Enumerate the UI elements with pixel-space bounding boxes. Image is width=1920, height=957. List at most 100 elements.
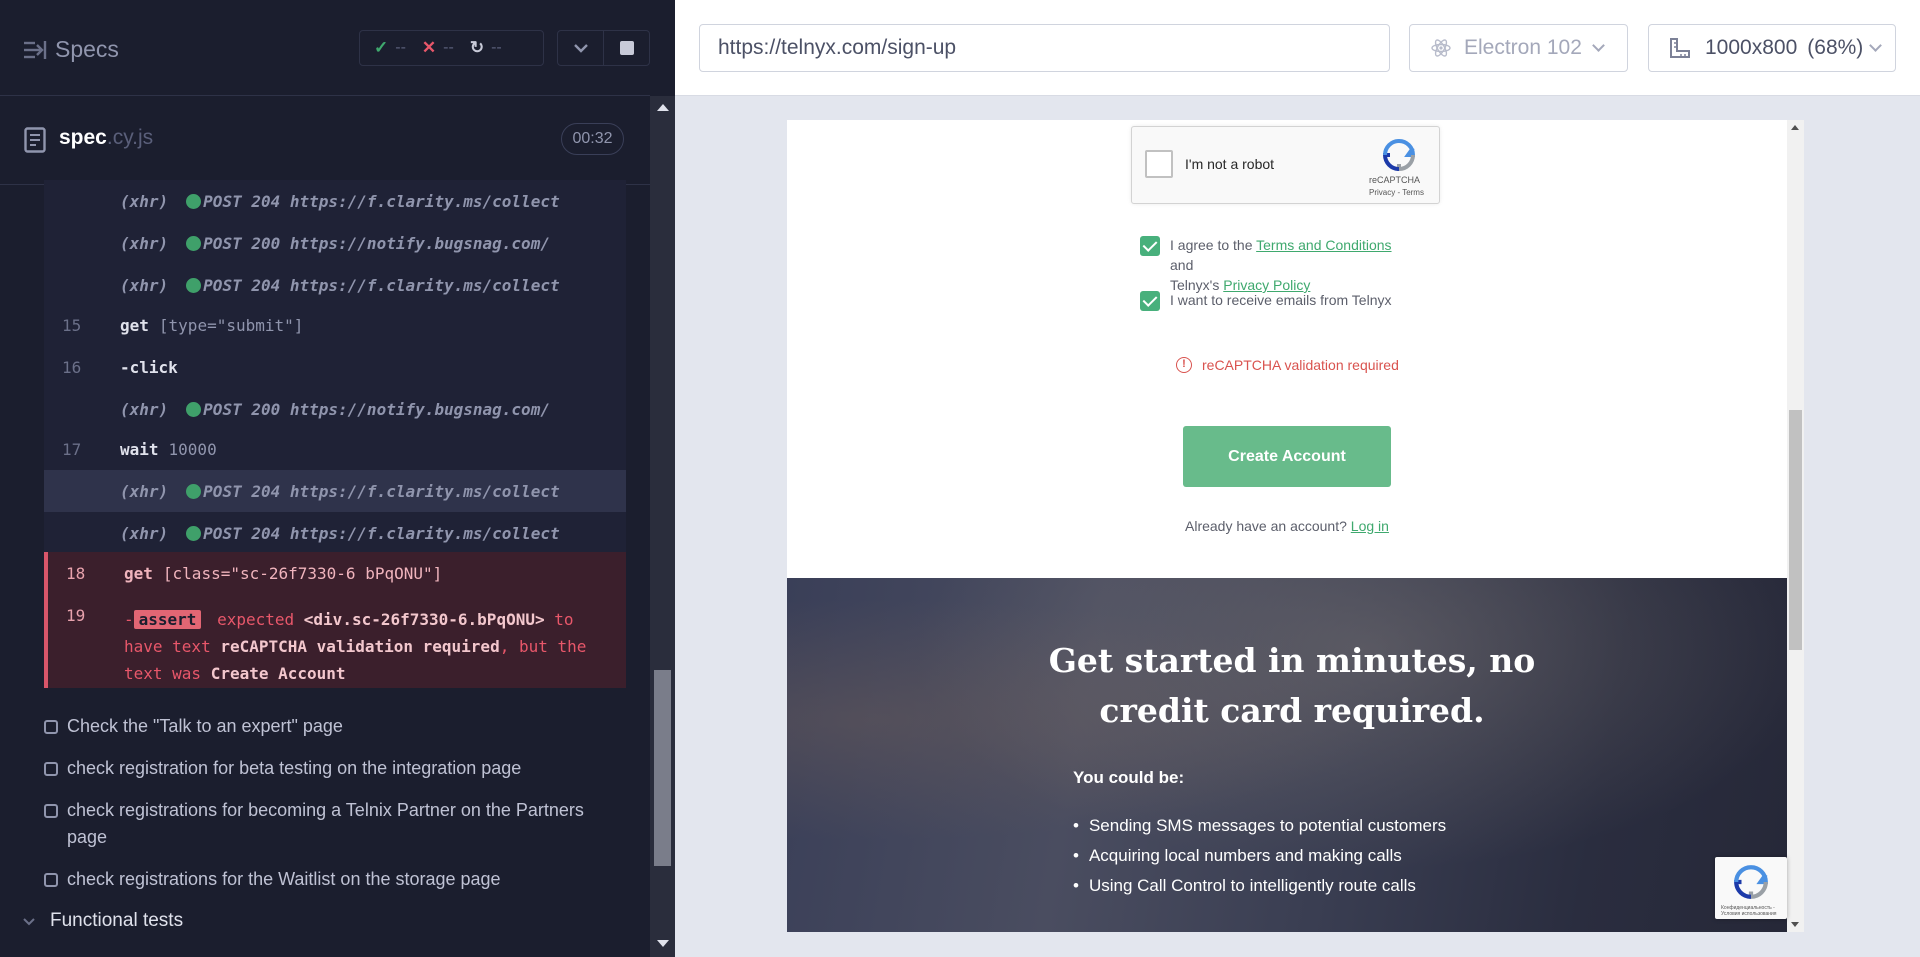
chevron-down-icon — [1869, 39, 1883, 52]
pending-checkbox-icon — [44, 873, 58, 887]
pending-checkbox-icon — [44, 720, 58, 734]
url-field[interactable]: https://telnyx.com/sign-up — [699, 24, 1390, 72]
assert-to: to — [554, 610, 574, 629]
assert-actual-text: Create Account — [210, 664, 346, 683]
xhr-label: (xhr) — [120, 400, 169, 419]
xhr-label: (xhr) — [120, 192, 169, 211]
app-scrollbar[interactable] — [1787, 120, 1804, 932]
command-row[interactable]: (xhr) POST 204 https://f.clarity.ms/colle… — [44, 180, 626, 222]
assert-have-text: have text — [124, 637, 211, 656]
chevron-down-icon — [23, 917, 35, 925]
browser-name: Electron 102 — [1464, 36, 1582, 59]
test-title: Check the "Talk to an expert" page — [67, 716, 343, 736]
pending-checkbox-icon — [44, 762, 58, 776]
expand-button[interactable] — [558, 31, 604, 65]
status-dot-icon — [186, 236, 202, 251]
scrollbar-thumb[interactable] — [654, 670, 671, 866]
recaptcha-checkbox[interactable] — [1145, 150, 1173, 178]
assert-dash: - — [124, 610, 134, 629]
xhr-label: (xhr) — [120, 524, 169, 543]
browser-selector[interactable]: Electron 102 — [1409, 24, 1628, 72]
specs-toggle-icon[interactable] — [22, 37, 48, 63]
stop-button[interactable] — [604, 31, 649, 65]
command-row-highlighted[interactable]: (xhr) POST 204 https://f.clarity.ms/colle… — [44, 470, 626, 512]
xhr-request: POST 204 https://f.clarity.ms/collect — [203, 482, 560, 501]
scrollbar-thumb[interactable] — [1789, 410, 1802, 650]
terms-checkbox[interactable] — [1140, 236, 1160, 256]
test-item[interactable]: check registrations for becoming a Telni… — [44, 797, 614, 851]
status-dot-icon — [186, 194, 202, 209]
command-row[interactable]: (xhr) POST 204 https://f.clarity.ms/colle… — [44, 512, 626, 554]
test-item[interactable]: check registrations for the Waitlist on … — [44, 866, 614, 893]
reporter-header: Specs ✓ -- ✕ -- ↻ -- — [0, 0, 650, 96]
command-row[interactable]: (xhr) POST 204 https://f.clarity.ms/colle… — [44, 264, 626, 306]
login-link[interactable]: Log in — [1351, 518, 1389, 534]
command-row-failed[interactable]: 18 get [class="sc-26f7330-6 bPqONU"] — [44, 552, 626, 594]
command-number: 15 — [62, 316, 82, 335]
hero-list-item: Acquiring local numbers and making calls — [1073, 846, 1402, 866]
scroll-up-arrow-icon[interactable] — [657, 104, 669, 111]
command-name: get — [120, 316, 149, 335]
spec-filename: spec.cy.js — [59, 126, 153, 150]
failed-count: -- — [443, 39, 454, 56]
command-arg: [class="sc-26f7330-6 bPqONU"] — [162, 564, 443, 583]
assert-but: , but the — [499, 637, 587, 656]
spec-row[interactable]: spec.cy.js — [0, 97, 650, 185]
test-item[interactable]: Check the "Talk to an expert" page — [44, 713, 614, 740]
viewport-zoom: (68%) — [1807, 36, 1864, 59]
scroll-down-arrow-icon[interactable] — [1791, 922, 1799, 927]
app-under-test: I'm not a robot reCAPTCHA Privacy - Term… — [787, 120, 1804, 932]
scroll-down-arrow-icon[interactable] — [657, 940, 669, 947]
assert-expected: expected — [217, 610, 295, 629]
assert-subject: <div.sc-26f7330-6.bPqONU> — [303, 610, 545, 629]
command-number: 18 — [66, 564, 86, 583]
assert-expected-text: reCAPTCHA validation required — [220, 637, 500, 656]
captcha-error-message: ! reCAPTCHA validation required — [1176, 357, 1399, 373]
viewport-selector[interactable]: 1000x800 (68%) — [1648, 24, 1896, 72]
create-account-button[interactable]: Create Account — [1183, 426, 1391, 487]
agree-emails-text: I want to receive emails from Telnyx — [1170, 292, 1392, 308]
specs-title[interactable]: Specs — [55, 36, 119, 63]
test-item[interactable]: check registration for beta testing on t… — [44, 755, 614, 782]
agree-terms-text: I agree to the Terms and Conditions and … — [1170, 235, 1410, 295]
recaptcha-brand: reCAPTCHA — [1369, 175, 1421, 185]
recaptcha-badge[interactable]: Конфиденциальность - Условия использован… — [1715, 857, 1787, 919]
spec-basename: spec — [59, 126, 107, 149]
pending-count: -- — [491, 39, 502, 56]
hero-list-item: Sending SMS messages to potential custom… — [1073, 816, 1446, 836]
command-row[interactable]: (xhr) POST 200 https://notify.bugsnag.com… — [44, 222, 626, 264]
command-arg: [type="submit"] — [158, 316, 304, 335]
reporter-scrollbar[interactable] — [650, 96, 675, 957]
agree-mid: and — [1170, 257, 1194, 273]
command-row[interactable]: 17 wait 10000 — [44, 428, 626, 470]
recaptcha-links[interactable]: Privacy - Terms — [1369, 188, 1424, 197]
passed-stat: ✓ -- — [374, 38, 406, 58]
recaptcha-logo-icon — [1382, 139, 1416, 172]
status-dot-icon — [186, 402, 202, 417]
scroll-up-arrow-icon[interactable] — [1791, 125, 1799, 130]
error-icon: ! — [1176, 357, 1192, 373]
hero-title: Get started in minutes, no credit card r… — [1048, 641, 1536, 730]
command-number: 17 — [62, 440, 82, 459]
chevron-down-icon — [1592, 39, 1605, 52]
emails-checkbox[interactable] — [1140, 291, 1160, 311]
hero-list-item: Using Call Control to intelligently rout… — [1073, 876, 1416, 896]
terms-link[interactable]: Terms and Conditions — [1256, 237, 1391, 253]
command-name: get — [124, 564, 153, 583]
xhr-label: (xhr) — [120, 482, 169, 501]
command-row[interactable]: 15 get [type="submit"] — [44, 304, 626, 346]
badge-text: Конфиденциальность - Условия использован… — [1721, 905, 1777, 917]
assert-row-failed[interactable]: 19 - assert expected <div.sc-26f7330-6.bP… — [44, 594, 626, 688]
xhr-request: POST 200 https://notify.bugsnag.com/ — [203, 234, 550, 253]
aut-header: https://telnyx.com/sign-up Electron 102 … — [675, 0, 1920, 96]
xhr-label: (xhr) — [120, 234, 169, 253]
suite-functional-tests[interactable]: Functional tests — [22, 910, 183, 932]
reporter-controls — [557, 30, 650, 66]
hero-section: Get started in minutes, no credit card r… — [787, 578, 1787, 932]
error-text: reCAPTCHA validation required — [1202, 357, 1399, 373]
xhr-request: POST 204 https://f.clarity.ms/collect — [203, 192, 560, 211]
spinner-icon: ↻ — [469, 38, 485, 57]
command-row[interactable]: 16 -click — [44, 346, 626, 388]
assert-text-was: text was — [124, 664, 202, 683]
command-row[interactable]: (xhr) POST 200 https://notify.bugsnag.com… — [44, 388, 626, 430]
